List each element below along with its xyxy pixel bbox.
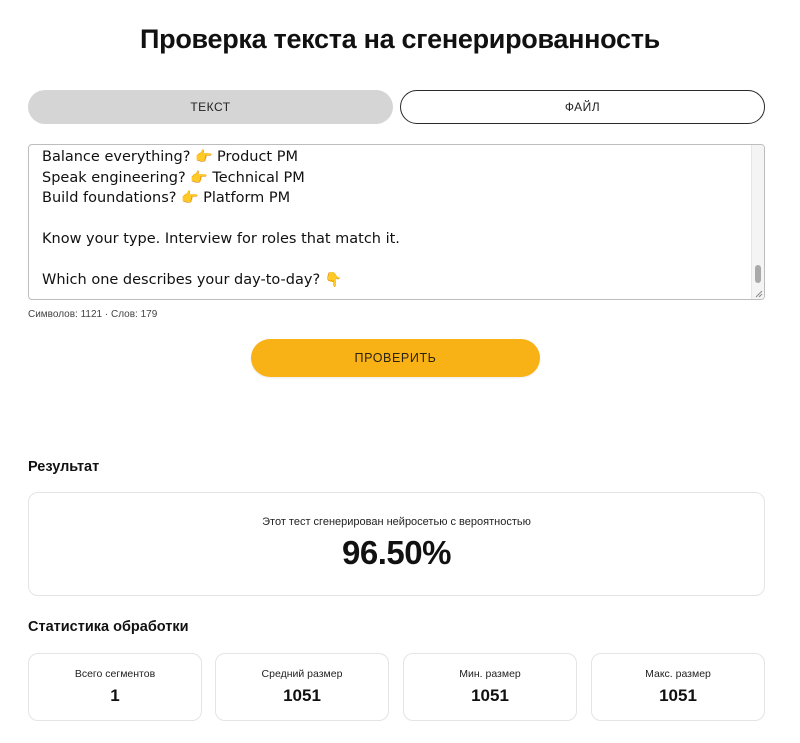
check-button[interactable]: ПРОВЕРИТЬ	[251, 339, 540, 377]
stat-value: 1051	[471, 686, 509, 705]
stat-label: Всего сегментов	[74, 668, 156, 680]
stat-card-average-size: Средний размер 1051	[215, 653, 389, 721]
tab-file[interactable]: ФАЙЛ	[400, 90, 765, 124]
stat-value: 1051	[283, 686, 321, 705]
text-line: Which one describes your day-to-day? 👇	[42, 272, 343, 288]
stat-label: Средний размер	[261, 668, 343, 680]
text-counters: Символов: 1121 · Слов: 179	[28, 309, 158, 320]
stat-card-total-segments: Всего сегментов 1	[28, 653, 202, 721]
result-caption: Этот тест сгенерирован нейросетью с веро…	[262, 516, 531, 528]
text-input-area[interactable]: Balance everything? 👉 Product PM Speak e…	[28, 144, 765, 300]
pointing-right-icon: 👉	[181, 190, 199, 206]
text-line: Know your type. Interview for roles that…	[42, 231, 400, 247]
pointing-right-icon: 👉	[190, 169, 208, 186]
text-line: Build foundations? 👉 Platform PM	[42, 190, 291, 206]
resize-handle-icon[interactable]	[754, 289, 763, 298]
tab-text[interactable]: ТЕКСТ	[28, 90, 393, 124]
stats-heading: Статистика обработки	[28, 619, 189, 635]
textarea-scrollbar[interactable]	[751, 145, 764, 299]
stat-card-min-size: Мин. размер 1051	[403, 653, 577, 721]
text-line: Balance everything? 👉 Product PM	[42, 149, 298, 165]
result-heading: Результат	[28, 459, 100, 475]
stat-label: Макс. размер	[645, 668, 711, 680]
page-title: Проверка текста на сгенерированность	[140, 24, 660, 54]
stat-label: Мин. размер	[459, 668, 521, 680]
text-line: Speak engineering? 👉 Technical PM	[42, 169, 305, 186]
stats-grid: Всего сегментов 1 Средний размер 1051 Ми…	[28, 653, 765, 721]
stat-value: 1	[110, 686, 120, 705]
pointing-right-icon: 👉	[195, 149, 213, 165]
result-card: Этот тест сгенерирован нейросетью с веро…	[28, 492, 765, 596]
stat-card-max-size: Макс. размер 1051	[591, 653, 765, 721]
scrollbar-thumb[interactable]	[755, 265, 761, 283]
pointing-down-icon: 👇	[324, 272, 343, 288]
text-input-content[interactable]: Balance everything? 👉 Product PM Speak e…	[42, 147, 744, 291]
stat-value: 1051	[659, 686, 697, 705]
mode-tabs: ТЕКСТ ФАЙЛ	[28, 90, 765, 124]
result-probability: 96.50%	[342, 534, 451, 571]
